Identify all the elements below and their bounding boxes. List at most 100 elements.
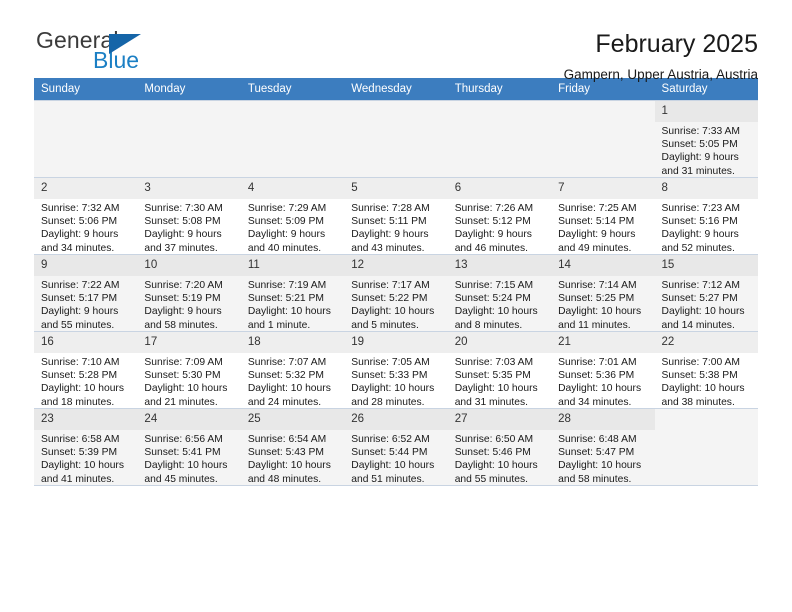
day-number — [448, 101, 551, 107]
sunrise-time: Sunrise: 7:07 AM — [247, 357, 327, 368]
day-cell-empty — [448, 101, 551, 177]
calendar-day-cell[interactable]: 12 Sunrise: 7:17 AM Sunset: 5:22 PM Dayligh… — [344, 254, 448, 332]
calendar-day-cell[interactable]: 11 Sunrise: 7:19 AM Sunset: 5:21 PM Dayligh… — [240, 254, 345, 332]
sunset-time: Sunset: 5:28 PM — [41, 370, 118, 382]
day-sun-info: Sunrise: 7:19 AM Sunset: 5:21 PM Daylight:… — [241, 276, 344, 332]
calendar-day-cell[interactable]: 7 Sunrise: 7:25 AM Sunset: 5:14 PM Daylight… — [551, 177, 655, 255]
daylight-duration-line2: and 11 minutes. — [558, 319, 631, 331]
sunset-time: Sunset: 5:27 PM — [661, 293, 738, 305]
daylight-duration-line2: and 45 minutes. — [144, 473, 218, 485]
day-cell-empty — [241, 101, 344, 177]
day-number — [551, 101, 654, 107]
day-cell-content: 2 Sunrise: 7:32 AM Sunset: 5:06 PM Daylight… — [34, 178, 138, 255]
day-sun-info: Sunrise: 7:32 AM Sunset: 5:06 PM Daylight:… — [34, 199, 137, 255]
day-sun-info: Sunrise: 7:10 AM Sunset: 5:28 PM Daylight:… — [34, 353, 137, 409]
calendar-day-cell[interactable]: 13 Sunrise: 7:15 AM Sunset: 5:24 PM Dayligh… — [447, 254, 552, 332]
calendar-day-cell[interactable]: 22 Sunrise: 7:00 AM Sunset: 5:38 PM Dayligh… — [654, 331, 758, 409]
calendar-day-cell[interactable]: 3 Sunrise: 7:30 AM Sunset: 5:08 PM Daylight… — [137, 177, 241, 255]
calendar-day-cell[interactable]: 18 Sunrise: 7:07 AM Sunset: 5:32 PM Dayligh… — [240, 331, 345, 409]
day-cell-content: 20 Sunrise: 7:03 AM Sunset: 5:35 PM Dayligh… — [447, 332, 552, 409]
calendar-day-cell[interactable]: 6 Sunrise: 7:26 AM Sunset: 5:12 PM Daylight… — [447, 177, 552, 255]
calendar-day-cell[interactable]: 28 Sunrise: 6:48 AM Sunset: 5:47 PM Dayligh… — [551, 408, 655, 486]
calendar-day-cell[interactable]: 17 Sunrise: 7:09 AM Sunset: 5:30 PM Dayligh… — [137, 331, 241, 409]
sunrise-time: Sunrise: 7:26 AM — [454, 203, 534, 214]
day-cell-content: 8 Sunrise: 7:23 AM Sunset: 5:16 PM Daylight… — [654, 178, 758, 254]
day-number — [137, 101, 240, 107]
sunset-time: Sunset: 5:36 PM — [558, 370, 635, 382]
daylight-duration-line2: and 21 minutes. — [144, 396, 218, 408]
calendar-day-cell[interactable]: 5 Sunrise: 7:28 AM Sunset: 5:11 PM Daylight… — [344, 177, 448, 255]
sunset-time: Sunset: 5:17 PM — [41, 293, 118, 305]
day-number: 22 — [654, 332, 758, 353]
sunrise-time: Sunrise: 6:52 AM — [351, 434, 430, 445]
day-number — [655, 409, 758, 415]
day-sun-info: Sunrise: 7:09 AM Sunset: 5:30 PM Daylight:… — [137, 353, 240, 409]
calendar-day-cell[interactable]: 2 Sunrise: 7:32 AM Sunset: 5:06 PM Daylight… — [34, 177, 138, 255]
daylight-duration-line1: Daylight: 9 hours — [661, 229, 739, 241]
sunset-time: Sunset: 5:38 PM — [661, 370, 738, 382]
day-sun-info: Sunrise: 7:20 AM Sunset: 5:19 PM Daylight:… — [137, 276, 240, 332]
calendar-day-cell[interactable]: 16 Sunrise: 7:10 AM Sunset: 5:28 PM Dayligh… — [34, 331, 138, 409]
calendar-day-cell[interactable]: 25 Sunrise: 6:54 AM Sunset: 5:43 PM Dayligh… — [240, 408, 345, 486]
calendar-day-cell[interactable]: 8 Sunrise: 7:23 AM Sunset: 5:16 PM Daylight… — [654, 177, 758, 255]
calendar-day-cell[interactable]: 4 Sunrise: 7:29 AM Sunset: 5:09 PM Daylight… — [240, 177, 345, 255]
sunset-time: Sunset: 5:14 PM — [558, 216, 635, 228]
day-number: 10 — [137, 255, 241, 276]
day-cell-content: 9 Sunrise: 7:22 AM Sunset: 5:17 PM Daylight… — [34, 255, 138, 331]
calendar-page: General Blue February 2025 Gampern, Uppe… — [0, 0, 792, 612]
day-number: 12 — [344, 255, 448, 276]
calendar-day-cell[interactable]: 15 Sunrise: 7:12 AM Sunset: 5:27 PM Dayligh… — [654, 254, 758, 332]
day-cell-content: 1 Sunrise: 7:33 AM Sunset: 5:05 PM Daylight… — [654, 101, 758, 177]
sunrise-time: Sunrise: 7:28 AM — [351, 203, 430, 214]
calendar-day-cell[interactable]: 23 Sunrise: 6:58 AM Sunset: 5:39 PM Dayligh… — [34, 408, 138, 486]
daylight-duration-line1: Daylight: 10 hours — [351, 306, 435, 318]
day-number: 18 — [240, 332, 345, 353]
daylight-duration-line2: and 31 minutes. — [454, 396, 528, 408]
calendar-day-cell[interactable]: 19 Sunrise: 7:05 AM Sunset: 5:33 PM Dayligh… — [344, 331, 448, 409]
calendar-day-cell[interactable]: 1 Sunrise: 7:33 AM Sunset: 5:05 PM Daylight… — [654, 100, 758, 178]
sunrise-time: Sunrise: 7:20 AM — [144, 280, 223, 291]
daylight-duration-line1: Daylight: 10 hours — [41, 383, 124, 395]
calendar-day-cell — [137, 100, 241, 178]
calendar-day-cell[interactable]: 26 Sunrise: 6:52 AM Sunset: 5:44 PM Dayligh… — [344, 408, 448, 486]
sunrise-time: Sunrise: 7:23 AM — [661, 203, 740, 214]
day-number: 9 — [34, 255, 138, 276]
sunrise-time: Sunrise: 6:50 AM — [454, 434, 534, 445]
day-number: 19 — [344, 332, 448, 353]
daylight-duration-line2: and 55 minutes. — [454, 473, 528, 485]
page-subtitle: Gampern, Upper Austria, Austria — [563, 67, 758, 82]
day-number: 24 — [137, 409, 241, 430]
daylight-duration-line1: Daylight: 9 hours — [144, 306, 222, 318]
calendar-day-cell[interactable]: 20 Sunrise: 7:03 AM Sunset: 5:35 PM Dayligh… — [447, 331, 552, 409]
day-cell-content: 21 Sunrise: 7:01 AM Sunset: 5:36 PM Dayligh… — [551, 332, 655, 408]
day-sun-info: Sunrise: 7:03 AM Sunset: 5:35 PM Daylight:… — [448, 353, 551, 409]
day-sun-info: Sunrise: 7:05 AM Sunset: 5:33 PM Daylight:… — [344, 353, 447, 409]
day-sun-info: Sunrise: 6:48 AM Sunset: 5:47 PM Daylight:… — [551, 430, 654, 486]
calendar-day-cell[interactable]: 24 Sunrise: 6:56 AM Sunset: 5:41 PM Dayligh… — [137, 408, 241, 486]
calendar-day-cell — [240, 100, 345, 178]
calendar-day-cell — [34, 100, 138, 178]
day-sun-info: Sunrise: 7:29 AM Sunset: 5:09 PM Daylight:… — [241, 199, 344, 255]
sunrise-time: Sunrise: 7:03 AM — [454, 357, 534, 368]
day-sun-info: Sunrise: 7:17 AM Sunset: 5:22 PM Daylight:… — [344, 276, 447, 332]
calendar-day-cell[interactable]: 27 Sunrise: 6:50 AM Sunset: 5:46 PM Dayligh… — [447, 408, 552, 486]
day-number: 25 — [240, 409, 345, 430]
sunrise-time: Sunrise: 7:01 AM — [558, 357, 637, 368]
sunrise-time: Sunrise: 7:14 AM — [558, 280, 637, 291]
calendar-day-cell[interactable]: 10 Sunrise: 7:20 AM Sunset: 5:19 PM Dayligh… — [137, 254, 241, 332]
day-sun-info: Sunrise: 7:26 AM Sunset: 5:12 PM Daylight:… — [448, 199, 551, 255]
daylight-duration-line2: and 14 minutes. — [661, 319, 735, 331]
sunset-time: Sunset: 5:16 PM — [661, 216, 738, 228]
daylight-duration-line1: Daylight: 10 hours — [558, 306, 642, 318]
day-number: 27 — [447, 409, 552, 430]
calendar-day-cell[interactable]: 21 Sunrise: 7:01 AM Sunset: 5:36 PM Dayligh… — [551, 331, 655, 409]
daylight-duration-line2: and 58 minutes. — [144, 319, 218, 331]
sunset-time: Sunset: 5:08 PM — [144, 216, 221, 228]
daylight-duration-line1: Daylight: 10 hours — [661, 306, 745, 318]
day-cell-content: 12 Sunrise: 7:17 AM Sunset: 5:22 PM Dayligh… — [344, 255, 448, 332]
daylight-duration-line1: Daylight: 9 hours — [247, 229, 326, 241]
calendar-day-cell[interactable]: 9 Sunrise: 7:22 AM Sunset: 5:17 PM Daylight… — [34, 254, 138, 332]
day-cell-content: 7 Sunrise: 7:25 AM Sunset: 5:14 PM Daylight… — [551, 178, 655, 254]
daylight-duration-line1: Daylight: 10 hours — [144, 383, 228, 395]
calendar-day-cell[interactable]: 14 Sunrise: 7:14 AM Sunset: 5:25 PM Dayligh… — [551, 254, 655, 332]
